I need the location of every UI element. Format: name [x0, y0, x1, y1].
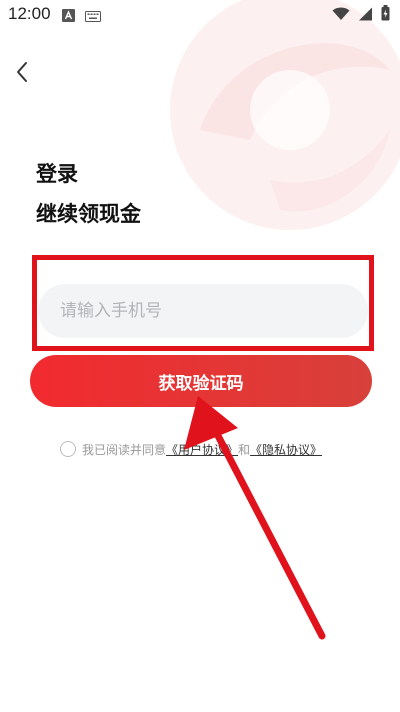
status-time: 12:00 [8, 4, 51, 23]
agreement-and: 和 [238, 442, 251, 457]
user-agreement-link[interactable]: 《用户协议》 [166, 441, 238, 458]
app-a-icon [62, 7, 75, 26]
agreement-row: 我已阅读并同意 《用户协议》 和 《隐私协议》 [60, 438, 322, 460]
page-subtitle: 继续领现金 [36, 202, 141, 226]
signal-icon [358, 6, 373, 25]
back-button[interactable] [10, 58, 34, 86]
get-code-button[interactable]: 获取验证码 [30, 355, 372, 407]
battery-icon [381, 5, 390, 25]
agreement-checkbox[interactable] [60, 441, 76, 457]
privacy-policy-link[interactable]: 《隐私协议》 [250, 441, 322, 458]
phone-input[interactable] [38, 284, 368, 338]
agreement-prefix: 我已阅读并同意 [82, 442, 167, 457]
status-bar: 12:00 [0, 0, 400, 28]
keyboard-icon [85, 7, 101, 26]
page-title: 登录 [36, 162, 78, 186]
wifi-icon [332, 6, 350, 25]
chevron-left-icon [17, 62, 27, 82]
